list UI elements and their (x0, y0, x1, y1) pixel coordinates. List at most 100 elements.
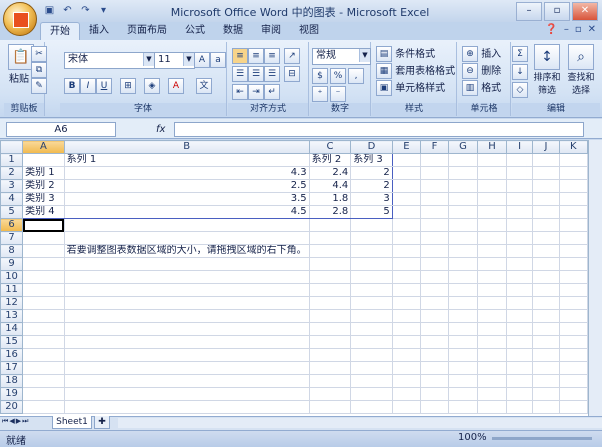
row-header[interactable]: 19 (0, 387, 24, 401)
cell[interactable] (558, 231, 588, 245)
cell[interactable] (350, 361, 393, 375)
cell[interactable] (477, 348, 507, 362)
cell[interactable]: 4.4 (308, 179, 352, 193)
row-header[interactable]: 16 (0, 348, 24, 362)
cell[interactable] (558, 387, 588, 401)
ribbon-close-icon[interactable]: ✕ (588, 24, 596, 35)
column-header-a[interactable]: A (22, 140, 65, 154)
cell[interactable]: 系列 3 (350, 153, 393, 167)
align-left-icon[interactable]: ☰ (232, 66, 248, 82)
cell[interactable] (505, 153, 534, 167)
cell[interactable] (477, 374, 507, 388)
row-header[interactable]: 11 (0, 283, 24, 297)
cell[interactable] (447, 218, 479, 232)
cell[interactable] (447, 231, 479, 245)
cell[interactable] (477, 192, 507, 206)
cell[interactable] (308, 374, 352, 388)
tab-review[interactable]: 审阅 (252, 22, 290, 40)
cell[interactable] (477, 179, 507, 193)
cell[interactable] (532, 244, 560, 258)
cell[interactable] (505, 231, 534, 245)
cell[interactable] (391, 374, 422, 388)
cell[interactable] (447, 179, 479, 193)
maximize-icon[interactable]: ▫ (544, 2, 570, 21)
cell[interactable] (391, 322, 422, 336)
zoom-slider[interactable] (492, 437, 592, 440)
save-icon[interactable]: ▣ (42, 3, 57, 18)
cell[interactable]: 5 (350, 205, 393, 219)
tab-page-layout[interactable]: 页面布局 (118, 22, 176, 40)
cell[interactable] (350, 231, 393, 245)
cell[interactable] (505, 205, 534, 219)
cell[interactable] (505, 218, 534, 232)
cell[interactable] (420, 309, 449, 323)
cell[interactable] (447, 257, 479, 271)
cell[interactable] (420, 231, 449, 245)
underline-button[interactable]: U (96, 78, 112, 94)
ribbon-minimize-icon[interactable]: – (564, 24, 569, 35)
cell[interactable]: 2.8 (308, 205, 352, 219)
cell[interactable] (420, 166, 449, 180)
cell[interactable] (477, 361, 507, 375)
cell[interactable] (505, 400, 534, 414)
cell[interactable] (505, 348, 534, 362)
cell[interactable] (63, 270, 310, 284)
cell[interactable] (558, 309, 588, 323)
cell[interactable] (558, 257, 588, 271)
cell[interactable] (308, 257, 352, 271)
zoom-level[interactable]: 100% (458, 432, 487, 443)
cell[interactable] (447, 192, 479, 206)
orientation-icon[interactable]: ↗ (284, 48, 300, 64)
fill-icon[interactable]: ↓ (512, 64, 528, 80)
clear-icon[interactable]: ◇ (512, 82, 528, 98)
cell[interactable] (447, 400, 479, 414)
cell[interactable] (558, 322, 588, 336)
cell[interactable]: 系列 2 (308, 153, 352, 167)
cell[interactable] (420, 387, 449, 401)
cell[interactable] (532, 257, 560, 271)
cell[interactable] (22, 296, 65, 310)
bold-button[interactable]: B (64, 78, 80, 94)
cell[interactable]: 3 (350, 192, 393, 206)
cell[interactable] (22, 309, 65, 323)
cell[interactable] (505, 296, 534, 310)
increase-decimal-icon[interactable]: ⁺ (312, 86, 328, 102)
cell[interactable] (420, 218, 449, 232)
cell[interactable] (391, 166, 422, 180)
close-icon[interactable]: ✕ (572, 2, 598, 21)
cell[interactable] (532, 231, 560, 245)
cell[interactable] (420, 322, 449, 336)
cell[interactable]: 类别 3 (22, 192, 65, 206)
borders-icon[interactable]: ⊞ (120, 78, 136, 94)
name-box[interactable]: A6 (6, 122, 116, 137)
cell[interactable]: 4.3 (63, 166, 310, 180)
cell-styles-button[interactable]: ▣ 单元格样式 (376, 80, 445, 96)
cell[interactable] (308, 244, 352, 258)
cell[interactable]: 3.5 (63, 192, 310, 206)
row-header[interactable]: 3 (0, 179, 24, 193)
cell[interactable] (447, 348, 479, 362)
cell[interactable] (308, 218, 352, 232)
column-header-e[interactable]: E (391, 140, 422, 154)
help-icon[interactable]: ❓ (545, 24, 557, 35)
cell[interactable] (447, 361, 479, 375)
cell[interactable] (447, 166, 479, 180)
increase-indent-icon[interactable]: ⇥ (248, 84, 264, 100)
office-button[interactable] (3, 2, 37, 36)
cell[interactable] (420, 374, 449, 388)
cell[interactable] (391, 205, 422, 219)
cell[interactable] (22, 374, 65, 388)
font-color-icon[interactable]: A (168, 78, 184, 94)
row-header[interactable]: 15 (0, 335, 24, 349)
row-header[interactable]: 13 (0, 309, 24, 323)
cell[interactable] (391, 153, 422, 167)
cell[interactable] (63, 257, 310, 271)
cell[interactable]: 4.5 (63, 205, 310, 219)
column-header-b[interactable]: B (63, 140, 310, 154)
align-top-icon[interactable]: ≡ (232, 48, 248, 64)
dropdown-icon[interactable]: ▾ (96, 3, 111, 18)
cell[interactable] (350, 257, 393, 271)
cell[interactable] (63, 309, 310, 323)
row-header[interactable]: 18 (0, 374, 24, 388)
next-sheet-icon[interactable]: ▶ (16, 417, 21, 426)
